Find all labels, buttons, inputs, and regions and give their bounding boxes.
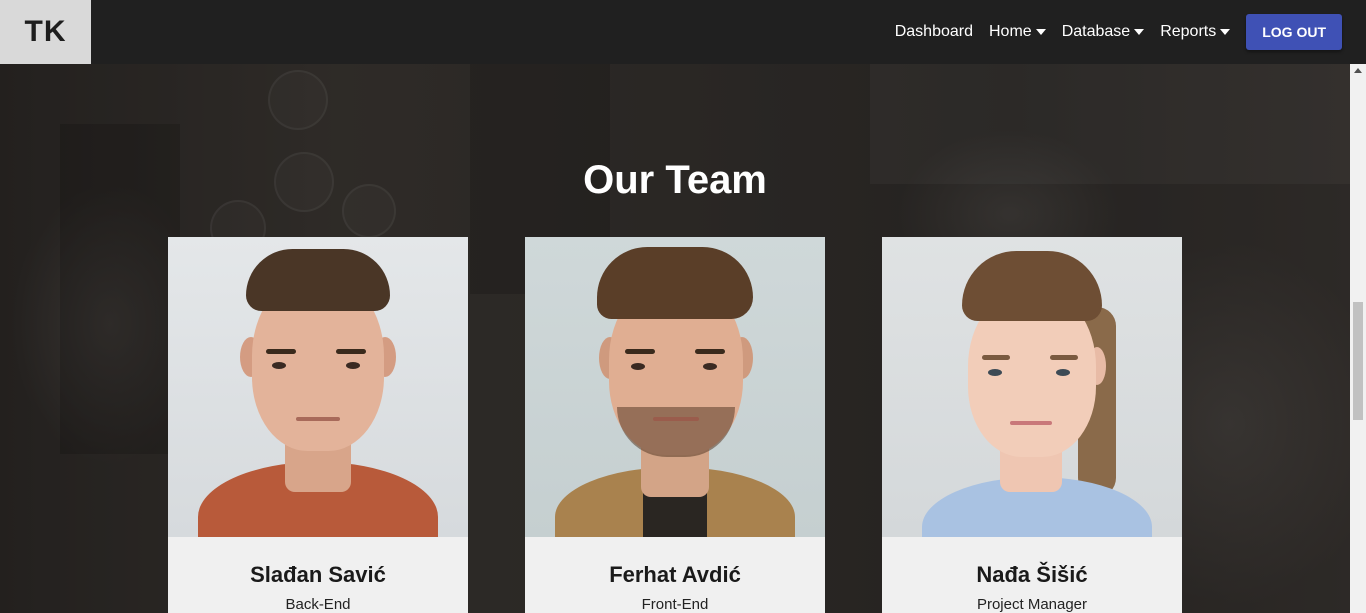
nav-item-dashboard[interactable]: Dashboard xyxy=(895,23,973,41)
top-navbar: TK Dashboard Home Database Reports LOG O… xyxy=(0,0,1366,64)
nav-item-label: Reports xyxy=(1160,23,1217,40)
scrollbar-thumb[interactable] xyxy=(1353,302,1363,420)
caret-down-icon xyxy=(1035,29,1046,35)
team-member-card: Ferhat Avdić Front-End xyxy=(525,237,825,613)
nav-item-home[interactable]: Home xyxy=(989,23,1046,41)
team-member-card: Slađan Savić Back-End xyxy=(168,237,468,613)
team-member-photo xyxy=(525,237,825,537)
logout-button[interactable]: LOG OUT xyxy=(1246,14,1342,50)
scroll-up-arrow-icon[interactable] xyxy=(1354,68,1362,73)
section-title: Our Team xyxy=(583,158,767,202)
team-member-role: Back-End xyxy=(285,596,351,613)
team-member-info: Nađa Šišić Project Manager xyxy=(882,537,1182,613)
team-member-name: Nađa Šišić xyxy=(976,562,1088,587)
team-member-name: Slađan Savić xyxy=(250,562,386,587)
team-member-name: Ferhat Avdić xyxy=(609,562,741,587)
team-member-info: Ferhat Avdić Front-End xyxy=(525,537,825,613)
nav-item-database[interactable]: Database xyxy=(1062,23,1145,41)
page-scrollbar[interactable] xyxy=(1350,64,1366,613)
caret-down-icon xyxy=(1220,29,1231,35)
team-member-role: Project Manager xyxy=(976,596,1088,613)
team-member-info: Slađan Savić Back-End xyxy=(168,537,468,613)
team-member-photo xyxy=(882,237,1182,537)
nav-item-label: Database xyxy=(1061,23,1131,40)
team-member-card: Nađa Šišić Project Manager xyxy=(882,237,1182,613)
team-member-role: Front-End xyxy=(641,596,709,613)
nav-menu: Dashboard Home Database Reports LOG OUT xyxy=(879,0,1342,64)
nav-item-reports[interactable]: Reports xyxy=(1160,23,1231,41)
nav-item-label: Dashboard xyxy=(894,23,973,40)
caret-down-icon xyxy=(1134,29,1145,35)
brand-logo[interactable]: TK xyxy=(0,0,91,64)
nav-item-label: Home xyxy=(989,23,1032,40)
team-member-photo xyxy=(168,237,468,537)
